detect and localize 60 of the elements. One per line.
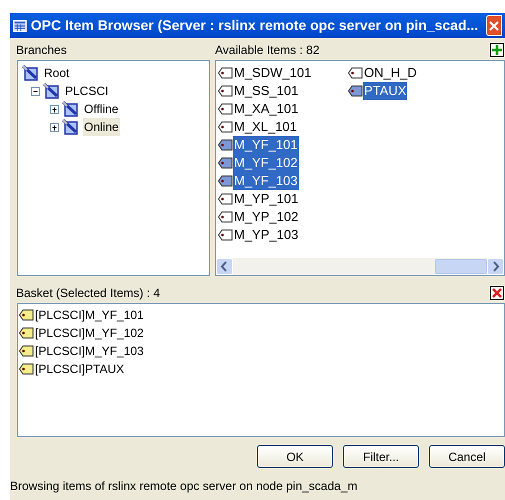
scroll-left-icon[interactable] [216, 258, 233, 275]
close-button[interactable] [486, 15, 502, 36]
dialog-button[interactable]: Cancel [429, 445, 505, 468]
expand-icon[interactable] [50, 104, 59, 114]
tag-icon [218, 67, 233, 79]
branches-label: Branches [15, 42, 68, 59]
item-entry[interactable]: M_XA_101 [233, 100, 300, 118]
tag-icon [218, 175, 233, 187]
basket-item[interactable]: [PLCSCI]M_YF_102 [35, 324, 144, 342]
scrollbar-thumb[interactable] [435, 259, 487, 274]
item-entry[interactable]: M_XL_101 [233, 118, 298, 136]
tag-icon [19, 327, 34, 339]
tag-icon [218, 85, 233, 97]
tag-icon [218, 139, 233, 151]
basket-item[interactable]: [PLCSCI]M_YF_103 [35, 342, 144, 360]
window-title: OPC Item Browser (Server : rslinx remote opc server on pin_scad... [30, 16, 478, 35]
add-icon[interactable] [490, 43, 504, 57]
tree-item[interactable]: PLCSCI [64, 82, 110, 100]
branch-icon [62, 119, 80, 135]
scroll-right-icon[interactable] [487, 258, 504, 275]
item-entry[interactable]: M_YF_102 [233, 154, 299, 172]
dialog-button[interactable]: Filter... [343, 445, 419, 468]
item-entry[interactable]: M_YP_101 [233, 190, 300, 208]
horizontal-scrollbar[interactable] [216, 258, 504, 275]
item-entry[interactable]: M_YF_101 [233, 136, 299, 154]
item-entry[interactable]: M_YP_102 [233, 208, 300, 226]
basket-label: Basket (Selected Items) : 4 [15, 285, 162, 302]
remove-icon[interactable] [490, 286, 504, 300]
tag-icon [218, 103, 233, 115]
branch-icon [62, 101, 80, 117]
status-text: Browsing items of rslinx remote opc server on node pin_scada_m [10, 478, 358, 495]
tag-icon [218, 121, 233, 133]
basket-item[interactable]: [PLCSCI]M_YF_101 [35, 306, 144, 324]
item-entry[interactable]: M_SDW_101 [233, 64, 312, 82]
tag-icon [19, 309, 34, 321]
basket-item[interactable]: [PLCSCI]PTAUX [35, 360, 124, 378]
tree-item[interactable]: Offline [83, 100, 120, 118]
tag-icon [348, 67, 363, 79]
window-icon [13, 18, 27, 32]
collapse-icon[interactable] [31, 86, 40, 96]
tag-icon [218, 211, 233, 223]
item-entry[interactable]: ON_H_D [363, 64, 418, 82]
tag-icon [19, 363, 34, 375]
tag-icon [348, 85, 363, 97]
tree-item[interactable]: Root [43, 64, 70, 82]
branch-icon [43, 83, 61, 99]
item-entry[interactable]: M_YF_103 [233, 172, 299, 190]
item-entry[interactable]: PTAUX [363, 82, 408, 100]
tag-icon [218, 157, 233, 169]
close-icon [489, 20, 500, 30]
item-entry[interactable]: M_YP_103 [233, 226, 300, 244]
available-items-label: Available Items : 82 [215, 42, 321, 59]
tag-icon [19, 345, 34, 357]
tag-icon [218, 229, 233, 241]
item-entry[interactable]: M_SS_101 [233, 82, 300, 100]
expand-icon[interactable] [50, 122, 59, 132]
tag-icon [218, 193, 233, 205]
branch-icon [22, 65, 40, 81]
tree-item[interactable]: Online [83, 118, 120, 136]
dialog-button[interactable]: OK [257, 445, 333, 468]
